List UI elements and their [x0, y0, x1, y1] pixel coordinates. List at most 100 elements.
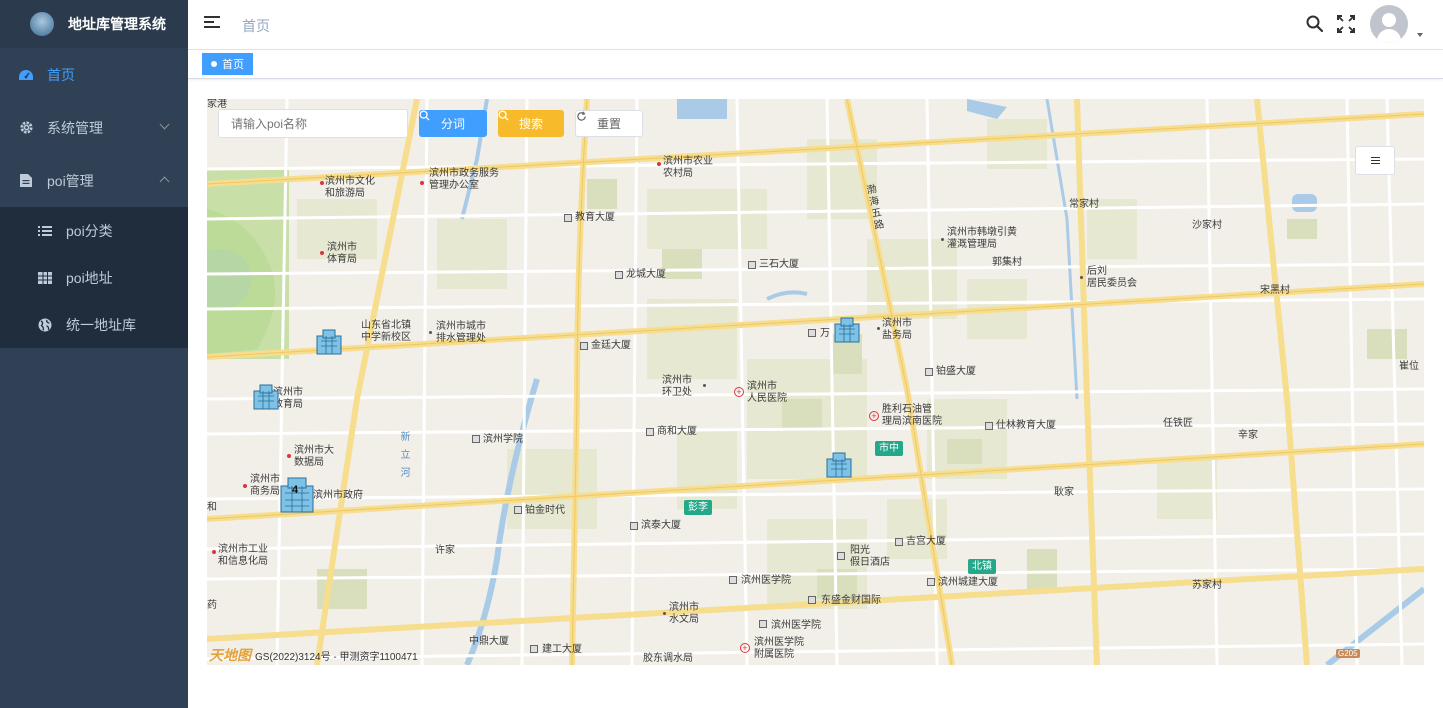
poi-marker[interactable] [657, 162, 661, 166]
building-icon [514, 506, 522, 514]
building-icon [759, 620, 767, 628]
map-label: 滨州市政府 [313, 490, 363, 501]
map-label: 和 [207, 502, 217, 513]
map-label: 沙家村 [1192, 220, 1222, 231]
map-label: 崔位 [1399, 361, 1419, 372]
poi-marker[interactable] [320, 181, 324, 185]
map-label: 东盛金财国际 [821, 595, 881, 606]
poi-search-input[interactable] [218, 109, 408, 138]
poi-cluster-marker[interactable] [832, 316, 862, 344]
map-label: 滨州市工业 和信息化局 [218, 544, 268, 567]
sidebar: 地址库管理系统 首页 系统管理 poi管理 poi分类 poi地址 统一地址库 [0, 0, 188, 708]
building-icon [580, 342, 588, 350]
caret-down-icon[interactable] [1417, 33, 1423, 37]
map-label: 铂金时代 [525, 505, 565, 516]
sidebar-item-unified-address[interactable]: 统一地址库 [0, 301, 188, 348]
map-label: 滨州市 水文局 [669, 602, 699, 625]
avatar[interactable] [1370, 5, 1408, 43]
building-icon [808, 596, 816, 604]
poi-marker[interactable] [287, 454, 291, 458]
poi-cluster-group[interactable]: 4 [277, 476, 317, 514]
search-label: 搜索 [518, 117, 543, 131]
building-icon [564, 214, 572, 222]
sidebar-item-label: poi分类 [66, 222, 113, 239]
building-icon [927, 578, 935, 586]
map-label: 后刘 居民委员会 [1087, 266, 1137, 289]
poi-marker[interactable] [420, 181, 424, 185]
poi-marker[interactable] [877, 327, 880, 330]
sidebar-item-label: poi地址 [66, 269, 113, 286]
poi-marker[interactable] [941, 238, 944, 241]
map-label: 中鼎大厦 [469, 636, 509, 647]
poi-cluster-marker[interactable] [824, 451, 854, 479]
poi-cluster-marker[interactable] [314, 328, 344, 356]
sidebar-item-system[interactable]: 系统管理 [0, 101, 188, 154]
map-label: 铂盛大厦 [936, 366, 976, 377]
search-button[interactable]: 搜索 [498, 110, 564, 137]
map-label: 滨州市城市 排水管理处 [436, 321, 486, 344]
river-name: 新立河 [398, 431, 409, 485]
sidebar-item-poi-address[interactable]: poi地址 [0, 254, 188, 301]
poi-marker[interactable] [320, 251, 324, 255]
segment-button[interactable]: 分词 [419, 110, 487, 137]
fullscreen-icon[interactable] [1336, 14, 1356, 34]
sidebar-item-poi[interactable]: poi管理 [0, 154, 188, 207]
map-label: 滨州市 人民医院 [747, 381, 787, 404]
building-icon [985, 422, 993, 430]
poi-marker[interactable] [703, 384, 706, 387]
map-label: 商和大厦 [657, 426, 697, 437]
map-label: 滨州医学院 附属医院 [754, 637, 804, 660]
map-label: 滨州学院 [483, 434, 523, 445]
map-canvas[interactable]: 滨州市文化 和旅游局 滨州市政务服务 管理办公室 滨州市农业 农村局 滨州市 体… [207, 99, 1424, 665]
map-label: 滨州市农业 农村局 [663, 156, 713, 179]
poi-submenu: poi分类 poi地址 统一地址库 [0, 207, 188, 348]
building-icon [472, 435, 480, 443]
tag-home[interactable]: 首页 [202, 53, 253, 75]
poi-marker[interactable] [429, 331, 432, 334]
poi-marker[interactable] [212, 550, 216, 554]
building-icon [837, 552, 845, 560]
map-label: 三石大厦 [759, 259, 799, 270]
map-label: 常家村 [1069, 199, 1099, 210]
poi-marker[interactable] [663, 612, 666, 615]
map-label: 滨州市大 数据局 [294, 445, 334, 468]
hospital-icon[interactable]: + [869, 411, 879, 421]
sidebar-item-label: poi管理 [47, 172, 94, 189]
poi-marker[interactable] [243, 484, 247, 488]
map-label: 滨州市 盐务局 [882, 318, 912, 341]
sidebar-item-poi-category[interactable]: poi分类 [0, 207, 188, 254]
map-label: 滨州市 商务局 [250, 474, 280, 497]
road-shield: G205 [1336, 649, 1360, 658]
map-label: 龙城大厦 [626, 269, 666, 280]
road-badge: 彭李 [684, 500, 712, 515]
hospital-icon[interactable]: + [740, 643, 750, 653]
segment-label: 分词 [440, 117, 465, 131]
sidebar-item-label: 统一地址库 [66, 316, 136, 333]
map-label: 胜利石油管 理局滨南医院 [882, 404, 942, 427]
poi-marker[interactable] [1080, 276, 1083, 279]
hamburger-icon[interactable] [204, 16, 220, 30]
search-icon [498, 110, 509, 121]
tag-label: 首页 [222, 59, 244, 71]
map-label: 许家 [435, 545, 455, 556]
map-label: 滨州城建大厦 [938, 577, 998, 588]
breadcrumb[interactable]: 首页 [242, 16, 270, 36]
sidebar-item-label: 首页 [47, 66, 75, 83]
map-label: 滨州市 环卫处 [662, 375, 692, 398]
app-title: 地址库管理系统 [68, 16, 166, 32]
map-label: 阳光 假日酒店 [850, 545, 890, 568]
map-label: 滨州市 体育局 [327, 242, 357, 265]
sidebar-item-home[interactable]: 首页 [0, 48, 188, 101]
poi-cluster-marker[interactable] [251, 383, 281, 411]
search-icon[interactable] [1305, 14, 1325, 34]
map-label: 滨州市文化 和旅游局 [325, 176, 375, 199]
navbar: 首页 [188, 0, 1443, 50]
app-logo-area[interactable]: 地址库管理系统 [0, 0, 188, 48]
layer-menu-button[interactable] [1355, 146, 1395, 175]
reset-button[interactable]: 重置 [575, 110, 643, 137]
map-attribution: 天地图 GS(2022)3124号 - 甲测资字1100471 [209, 645, 418, 665]
hospital-icon[interactable]: + [734, 387, 744, 397]
road-badge: 北镇 [968, 559, 996, 574]
dashboard-icon [18, 67, 34, 83]
map-label: 辛家 [1238, 430, 1258, 441]
